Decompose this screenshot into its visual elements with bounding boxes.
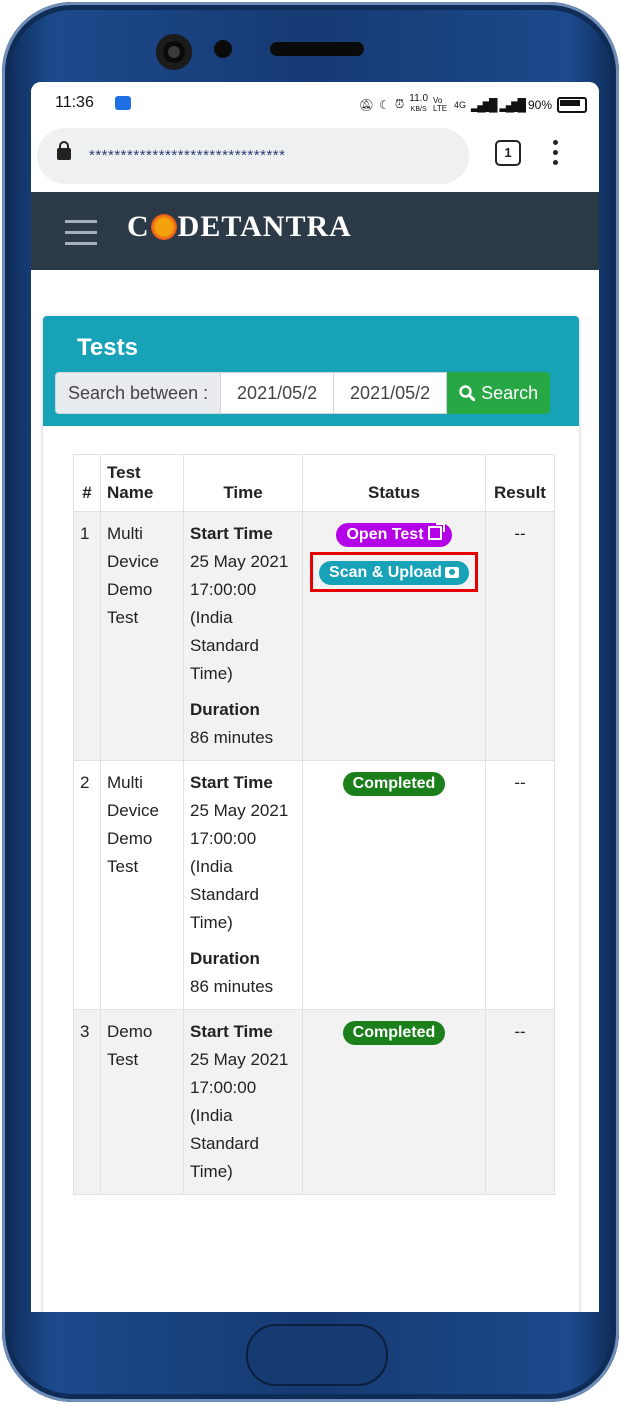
external-link-icon bbox=[427, 523, 445, 540]
test-time: Start Time 25 May 2021 17:00:00 (India S… bbox=[183, 511, 303, 761]
front-camera bbox=[156, 34, 192, 70]
site-navbar: C DETANTRA bbox=[31, 192, 599, 270]
duration-value: 86 minutes bbox=[190, 728, 274, 747]
network-type: 4G bbox=[454, 99, 467, 110]
tests-card: Tests Search between : 2021/05/2 2021/05… bbox=[43, 316, 579, 1312]
camera-icon bbox=[444, 567, 459, 578]
open-test-label: Open Test bbox=[346, 526, 424, 543]
column-header-test-name: Test Name bbox=[100, 454, 184, 512]
test-status: Completed bbox=[302, 1009, 486, 1195]
table-header-row: # Test Name Time Status Result bbox=[73, 454, 555, 512]
home-button[interactable] bbox=[246, 1324, 388, 1386]
test-status: Open Test Scan & Upload bbox=[302, 511, 486, 761]
page-title: Tests bbox=[77, 334, 138, 361]
highlight-box: Scan & Upload bbox=[310, 552, 478, 592]
duration-label: Duration bbox=[190, 949, 260, 968]
date-from-input[interactable]: 2021/05/2 bbox=[221, 372, 335, 414]
clock: 11:36 bbox=[55, 94, 94, 111]
table-row: 3 Demo Test Start Time 25 May 2021 17:00… bbox=[73, 1009, 555, 1195]
start-time-value: 25 May 2021 17:00:00 (India Standard Tim… bbox=[190, 801, 289, 932]
alarm-icon: ⏰︎ bbox=[394, 97, 405, 111]
table-row: 2 Multi Device Demo Test Start Time 25 M… bbox=[73, 760, 555, 1010]
start-time-label: Start Time bbox=[190, 1022, 273, 1041]
date-search-group: Search between : 2021/05/2 2021/05/2 Sea… bbox=[55, 372, 551, 414]
table-row: 1 Multi Device Demo Test Start Time 25 M… bbox=[73, 511, 555, 761]
test-name: Multi Device Demo Test bbox=[100, 511, 184, 761]
address-bar[interactable]: ******************************* bbox=[37, 128, 469, 184]
signal-icon-2: ▂▄▆█ bbox=[499, 97, 527, 112]
scan-upload-button[interactable]: Scan & Upload bbox=[319, 561, 469, 585]
signal-icon: ▂▄▆█ bbox=[471, 97, 498, 112]
open-test-button[interactable]: Open Test bbox=[336, 523, 452, 547]
moon-icon: ☾ bbox=[379, 97, 390, 112]
search-button-label: Search bbox=[481, 383, 539, 403]
tests-table: # Test Name Time Status Result 1 Multi D… bbox=[73, 454, 555, 1195]
test-name: Multi Device Demo Test bbox=[100, 760, 184, 1010]
brand-suffix: DETANTRA bbox=[177, 210, 352, 243]
earpiece-speaker bbox=[270, 42, 364, 56]
lock-icon bbox=[57, 141, 71, 160]
search-icon bbox=[459, 385, 476, 401]
search-button[interactable]: Search bbox=[447, 372, 551, 414]
search-between-label: Search between : bbox=[55, 372, 222, 414]
tab-switcher-button[interactable]: 1 bbox=[495, 140, 521, 166]
hamburger-menu-icon[interactable] bbox=[65, 220, 97, 245]
test-result: -- bbox=[485, 1009, 555, 1195]
row-number: 3 bbox=[73, 1009, 101, 1195]
status-icons: 🔕︎ ☾ ⏰︎ 11.0 KB/S Vo LTE 4G ▂▄▆█ ▂▄▆█ 90% bbox=[359, 94, 587, 115]
more-menu-icon[interactable] bbox=[553, 140, 559, 166]
start-time-value: 25 May 2021 17:00:00 (India Standard Tim… bbox=[190, 552, 289, 683]
completed-badge: Completed bbox=[342, 1021, 446, 1045]
row-number: 1 bbox=[73, 511, 101, 761]
scan-upload-label: Scan & Upload bbox=[329, 564, 442, 581]
battery-percent: 90% bbox=[527, 97, 552, 112]
status-bar: 11:36 🔕︎ ☾ ⏰︎ 11.0 KB/S Vo LTE 4G ▂▄▆█ ▂▄… bbox=[31, 82, 599, 126]
tests-card-header: Tests Search between : 2021/05/2 2021/05… bbox=[43, 316, 579, 426]
row-number: 2 bbox=[73, 760, 101, 1010]
message-notification-icon bbox=[115, 96, 131, 110]
network-speed: 11.0 KB/S bbox=[409, 93, 429, 114]
brand-logo[interactable]: C DETANTRA bbox=[127, 210, 352, 244]
column-header-status: Status bbox=[302, 454, 486, 512]
mute-icon: 🔕︎ bbox=[358, 97, 375, 112]
column-header-time: Time bbox=[183, 454, 303, 512]
screen: 11:36 🔕︎ ☾ ⏰︎ 11.0 KB/S Vo LTE 4G ▂▄▆█ ▂▄… bbox=[31, 82, 599, 1312]
proximity-sensor bbox=[214, 40, 232, 58]
browser-toolbar: ******************************* 1 bbox=[31, 126, 599, 192]
test-result: -- bbox=[485, 511, 555, 761]
url-text[interactable]: ******************************* bbox=[89, 147, 285, 164]
test-result: -- bbox=[485, 760, 555, 1010]
completed-badge: Completed bbox=[342, 772, 446, 796]
duration-label: Duration bbox=[190, 700, 260, 719]
test-time: Start Time 25 May 2021 17:00:00 (India S… bbox=[183, 760, 303, 1010]
column-header-result: Result bbox=[485, 454, 555, 512]
start-time-label: Start Time bbox=[190, 773, 273, 792]
column-header-number: # bbox=[73, 454, 101, 512]
sun-logo-icon bbox=[150, 214, 177, 240]
test-status: Completed bbox=[302, 760, 486, 1010]
test-name: Demo Test bbox=[100, 1009, 184, 1195]
test-time: Start Time 25 May 2021 17:00:00 (India S… bbox=[183, 1009, 303, 1195]
date-to-input[interactable]: 2021/05/2 bbox=[334, 372, 448, 414]
battery-icon bbox=[557, 96, 587, 113]
start-time-label: Start Time bbox=[190, 524, 273, 543]
start-time-value: 25 May 2021 17:00:00 (India Standard Tim… bbox=[190, 1050, 289, 1181]
duration-value: 86 minutes bbox=[190, 977, 274, 996]
volte-indicator: Vo LTE bbox=[433, 95, 448, 113]
brand-prefix: C bbox=[127, 210, 150, 243]
